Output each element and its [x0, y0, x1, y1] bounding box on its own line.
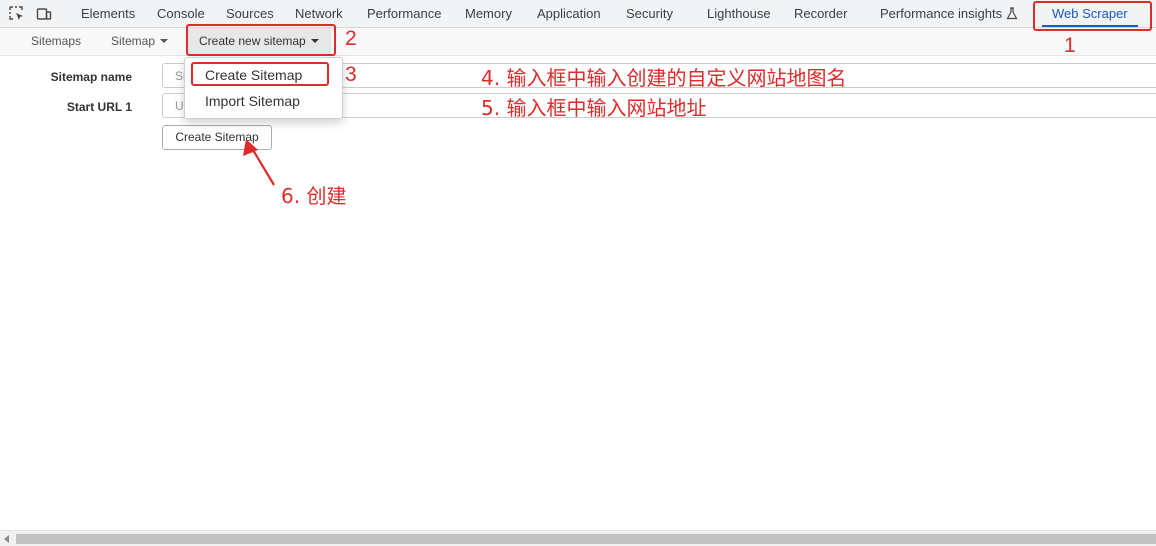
- tab-performance-insights-label: Performance insights: [880, 6, 1003, 21]
- scroll-left-icon[interactable]: [4, 535, 9, 543]
- tab-lighthouse[interactable]: Lighthouse: [707, 0, 771, 28]
- menu-item-import-sitemap[interactable]: Import Sitemap: [185, 89, 342, 113]
- annotation-box-web-scraper: [1033, 1, 1152, 31]
- annotation-box-create-new-sitemap: [186, 24, 336, 56]
- inspect-element-icon[interactable]: [9, 6, 25, 22]
- sitemap-name-label: Sitemap name: [50, 70, 132, 84]
- scrollbar-thumb[interactable]: [16, 534, 1156, 544]
- tab-performance-insights[interactable]: Performance insights: [880, 0, 1018, 28]
- tab-memory[interactable]: Memory: [465, 0, 512, 28]
- annotation-step-4: 4. 输入框中输入创建的自定义网站地图名: [481, 66, 847, 90]
- flask-icon: [1006, 7, 1018, 20]
- annotation-number-1: 1: [1064, 34, 1076, 57]
- create-sitemap-button[interactable]: Create Sitemap: [162, 125, 272, 150]
- annotation-number-2: 2: [345, 27, 357, 50]
- web-scraper-nav: Sitemaps Sitemap Create new sitemap: [0, 28, 1156, 56]
- annotation-number-3: 3: [345, 63, 357, 86]
- tab-security[interactable]: Security: [626, 0, 673, 28]
- caret-down-icon: [160, 39, 169, 43]
- nav-sitemap-dropdown[interactable]: Sitemap: [111, 28, 169, 55]
- nav-sitemap-label: Sitemap: [111, 34, 156, 48]
- tab-performance[interactable]: Performance: [367, 0, 441, 28]
- tab-application[interactable]: Application: [537, 0, 601, 28]
- annotation-step-5: 5. 输入框中输入网站地址: [481, 96, 707, 120]
- annotation-step-6: 6. 创建: [281, 184, 347, 208]
- devtools-tabbar: Elements Console Sources Network Perform…: [0, 0, 1156, 28]
- annotation-box-create-sitemap-item: [191, 62, 329, 86]
- horizontal-scrollbar[interactable]: [0, 530, 1156, 546]
- start-url-label: Start URL 1: [66, 100, 132, 114]
- tab-recorder[interactable]: Recorder: [794, 0, 847, 28]
- tab-elements[interactable]: Elements: [81, 0, 135, 28]
- device-toolbar-icon[interactable]: [36, 6, 52, 22]
- nav-sitemaps[interactable]: Sitemaps: [31, 28, 81, 55]
